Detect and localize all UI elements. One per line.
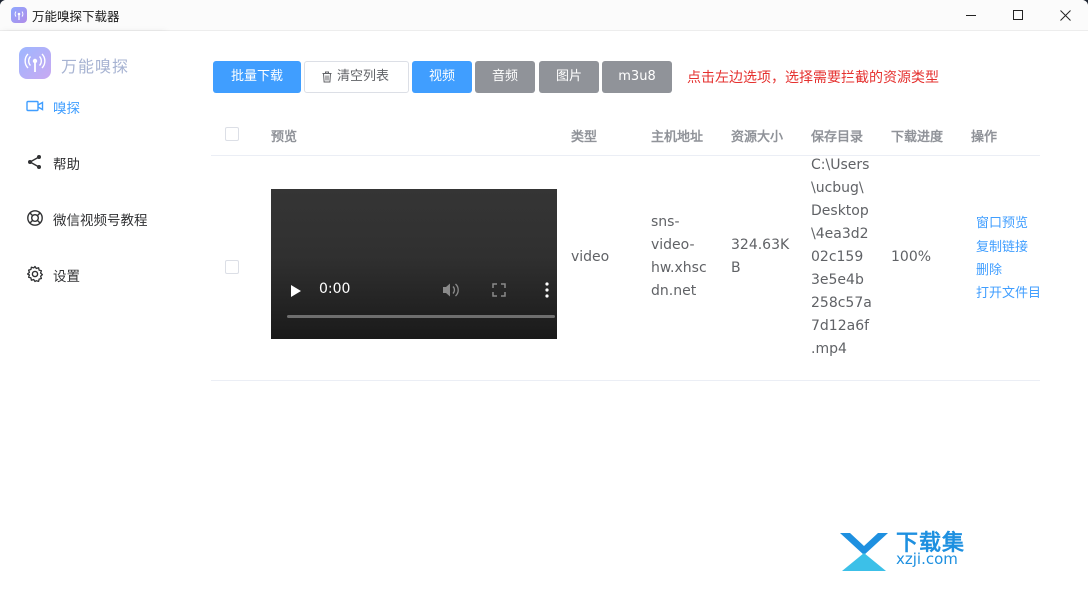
cell-size: 324.63K B (731, 234, 789, 280)
host-line: dn.net (651, 283, 697, 299)
filter-hint: 点击左边选项，选择需要拦截的资源类型 (687, 70, 939, 86)
clear-list-label: 清空列表 (337, 69, 390, 84)
watermark-logo-icon (840, 533, 888, 571)
sidebar-item-label: 帮助 (53, 157, 80, 173)
header-actions: 操作 (971, 130, 998, 145)
filter-m3u8-button[interactable]: m3u8 (602, 61, 672, 93)
header-save-dir: 保存目录 (811, 130, 864, 145)
cell-host: sns- video- hw.xhsc dn.net (651, 211, 707, 303)
path-line: \ucbug\ (811, 180, 864, 196)
sidebar-item-wechat-tutorial[interactable]: 微信视频号教程 (26, 207, 156, 229)
sidebar: 万能嗅探 嗅探 帮助 微信视频号教程 设置 (0, 31, 165, 590)
select-all-checkbox[interactable] (225, 127, 239, 141)
sidebar-item-label: 嗅探 (53, 101, 80, 117)
app-window: 万能嗅探下载器 万能嗅探 嗅探 帮助 微信视频号教程 设置 批量下载 清空列表 … (0, 0, 1088, 590)
host-line: sns- (651, 214, 680, 230)
close-icon (1060, 10, 1071, 21)
fullscreen-icon[interactable] (492, 283, 506, 297)
window-title: 万能嗅探下载器 (32, 9, 120, 24)
more-options-icon[interactable] (544, 282, 550, 298)
sidebar-item-help[interactable]: 帮助 (26, 151, 156, 173)
sidebar-item-label: 微信视频号教程 (53, 213, 148, 229)
table-header: 预览 类型 主机地址 资源大小 保存目录 下载进度 操作 (211, 115, 1040, 156)
batch-download-button[interactable]: 批量下载 (213, 61, 301, 93)
video-time: 0:00 (319, 281, 351, 297)
play-icon[interactable] (290, 284, 302, 298)
table-row: 0:00 video sns- video- hw.xhsc dn.net 32… (211, 156, 1040, 381)
volume-icon[interactable] (442, 282, 460, 298)
host-line: video- (651, 237, 695, 253)
sidebar-item-settings[interactable]: 设置 (26, 263, 156, 285)
delete-link[interactable]: 删除 (976, 259, 1002, 278)
brand-name: 万能嗅探 (61, 57, 130, 76)
site-watermark: 下载集 xzji.com (838, 525, 978, 575)
video-preview[interactable]: 0:00 (271, 189, 557, 339)
sidebar-item-label: 设置 (53, 269, 80, 285)
size-line: B (731, 260, 741, 276)
path-line: 02c159 (811, 249, 864, 265)
brand-logo-icon (19, 47, 51, 79)
cell-type: video (571, 249, 610, 265)
sidebar-item-sniff[interactable]: 嗅探 (26, 95, 156, 117)
maximize-button[interactable] (995, 0, 1041, 30)
watermark-site: xzji.com (896, 550, 958, 568)
cell-progress: 100% (891, 249, 932, 265)
minimize-icon (966, 15, 976, 16)
title-bar: 万能嗅探下载器 (0, 0, 1088, 31)
filter-image-button[interactable]: 图片 (539, 61, 599, 93)
maximize-icon (1013, 10, 1023, 20)
header-preview: 预览 (271, 130, 298, 145)
video-progress-bar[interactable] (287, 315, 555, 318)
path-line: 3e5e4b (811, 272, 864, 288)
app-logo-icon (11, 7, 27, 23)
host-line: hw.xhsc (651, 260, 707, 276)
path-line: C:\Users (811, 157, 870, 173)
gear-icon (26, 265, 44, 283)
path-line: \4ea3d2 (811, 226, 869, 242)
path-line: 258c57a (811, 295, 872, 311)
lifebuoy-icon (27, 210, 43, 226)
filter-video-button[interactable]: 视频 (412, 61, 472, 93)
video-camera-icon (26, 100, 44, 112)
trash-icon (322, 71, 332, 83)
path-line: Desktop (811, 203, 869, 219)
size-line: 324.63K (731, 237, 790, 253)
window-preview-link[interactable]: 窗口预览 (976, 212, 1028, 231)
header-type: 类型 (571, 130, 598, 145)
clear-list-button[interactable]: 清空列表 (304, 61, 409, 93)
header-host: 主机地址 (651, 130, 704, 145)
minimize-button[interactable] (948, 0, 994, 30)
cell-save-dir: C:\Users \ucbug\ Desktop \4ea3d2 02c159 … (811, 154, 872, 361)
filter-audio-button[interactable]: 音频 (475, 61, 535, 93)
header-size: 资源大小 (731, 130, 784, 145)
path-line: 7d12a6f (811, 318, 870, 334)
close-button[interactable] (1042, 0, 1088, 30)
main-panel: 批量下载 清空列表 视频 音频 图片 m3u8 点击左边选项，选择需要拦截的资源… (164, 31, 1088, 590)
open-folder-link[interactable]: 打开文件目 (976, 282, 1040, 301)
path-line: .mp4 (811, 341, 847, 357)
copy-link-link[interactable]: 复制链接 (976, 236, 1028, 255)
header-progress: 下载进度 (891, 130, 944, 145)
row-checkbox[interactable] (225, 260, 239, 274)
share-icon (28, 155, 41, 169)
